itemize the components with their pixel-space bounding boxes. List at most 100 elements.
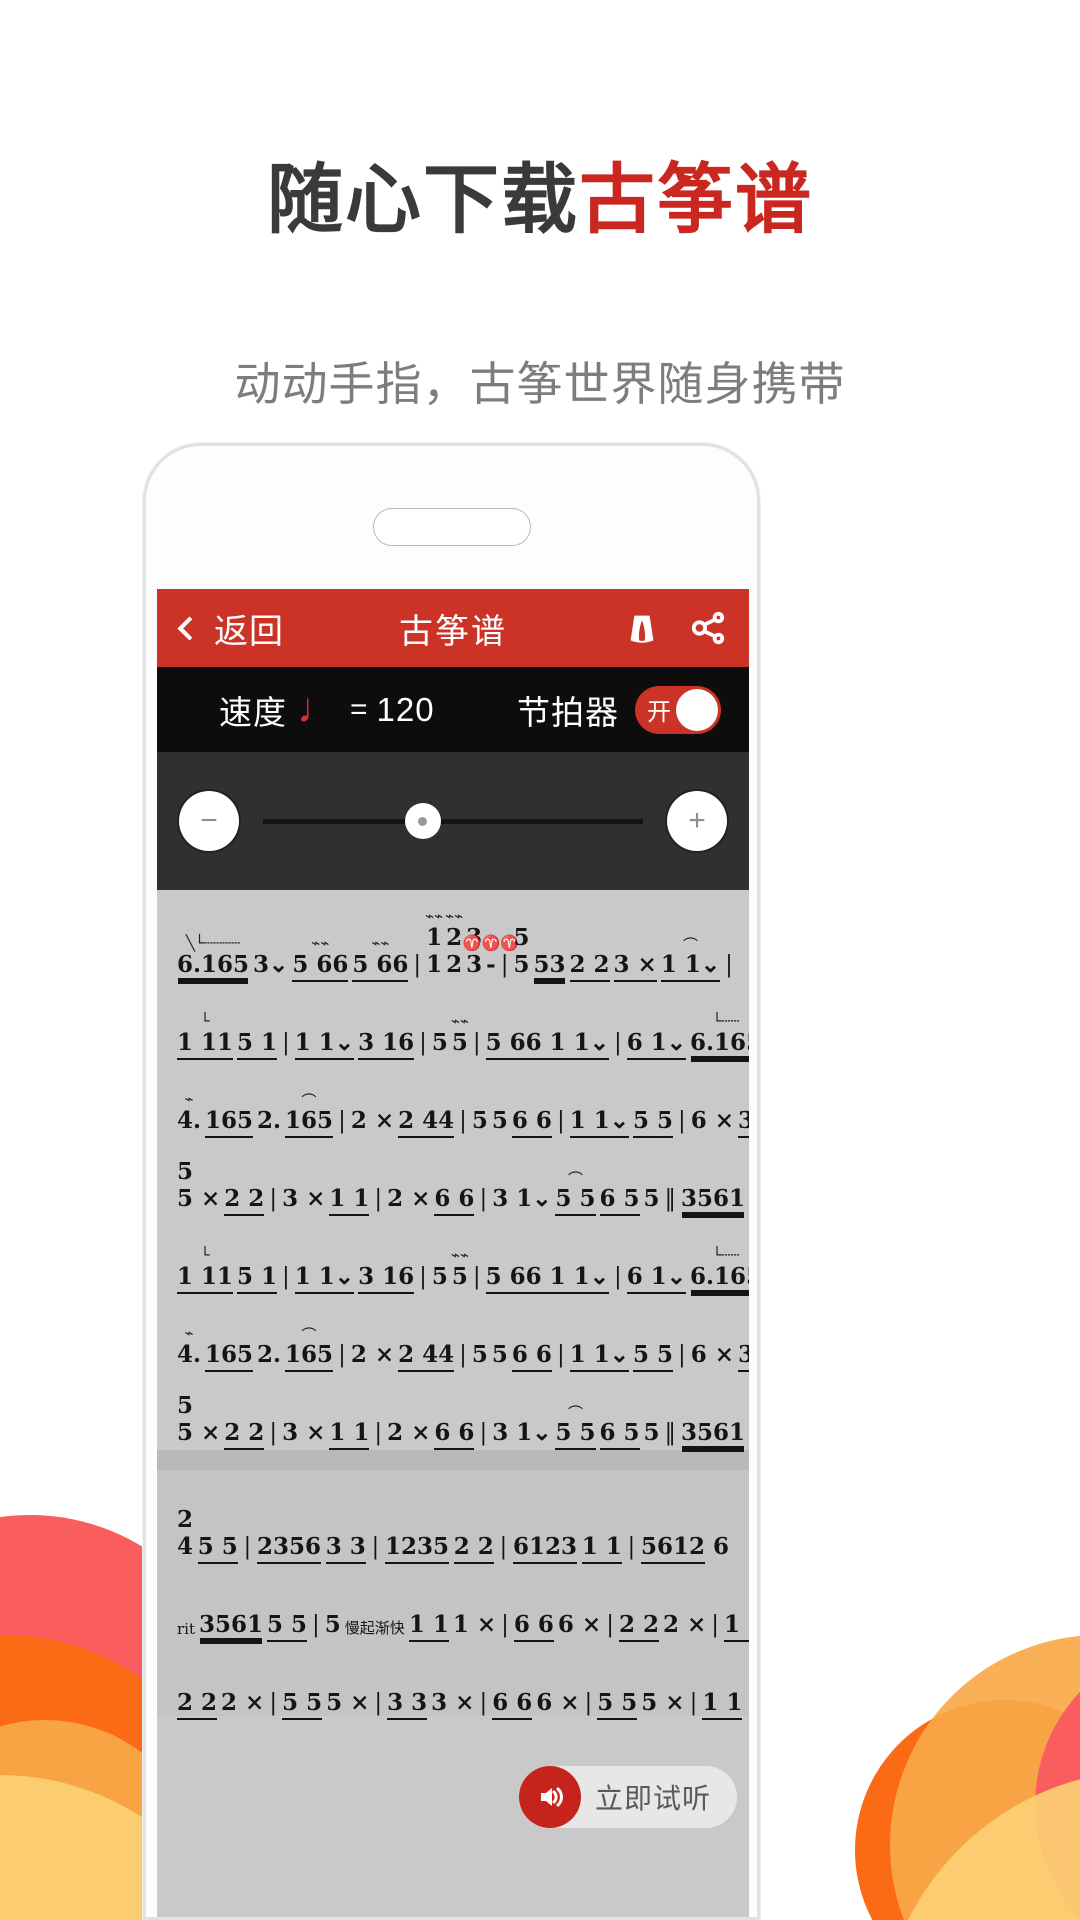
note-cell: 55 ×: [177, 1392, 221, 1446]
note-cell: 6 5: [598, 1185, 642, 1216]
ornament-mark: ⌁⌁: [311, 934, 330, 952]
note-cell: ⌁⌁ 1 1: [425, 907, 444, 978]
ornament-mark: ⌁: [184, 1090, 194, 1108]
note-cell: 5 5: [265, 1611, 309, 1642]
listen-now-label: 立即试听: [594, 1783, 711, 1814]
note-cell: 3 1⌄: [492, 1419, 552, 1446]
note-cell: 3 1⌄: [492, 1185, 552, 1212]
note-cell: 5: [491, 1107, 508, 1134]
bar-line: |: [678, 1342, 686, 1368]
note-cell: 2 2: [452, 1533, 496, 1564]
bar-line: |: [725, 952, 733, 978]
bar-line: ‖: [664, 1186, 677, 1212]
annotation-label: 慢起渐快: [344, 1619, 405, 1637]
note-cell: └ 1 11: [175, 1246, 235, 1294]
blob-orange-right: [855, 1700, 1080, 1920]
headline-red-part: 古筝谱: [579, 158, 813, 243]
metronome-toggle[interactable]: 开: [635, 685, 721, 734]
bar-line: |: [459, 1342, 467, 1368]
note-cell: 6 ×: [536, 1689, 580, 1716]
staff-row: 2 2 2 × | 5 5 5 × | 3 3 3 × | 6 6 6 × | …: [175, 1642, 749, 1720]
note-cell: 1 1: [407, 1611, 451, 1642]
note-cell: ⌒ 5 5: [553, 1404, 597, 1450]
note-cell: 55 ×: [177, 1158, 221, 1212]
staff-row: └ 1 11 5 1 | 1 1⌄ 3 16 | 5 ⌁⌁ 5 | 5 66 1 1…: [175, 982, 749, 1060]
note-cell: 1 1: [327, 1419, 371, 1450]
note-cell: ⌒ 165: [283, 1092, 335, 1138]
bar-line: |: [501, 1612, 509, 1638]
note-cell: 3561: [681, 1419, 746, 1446]
bar-line: |: [479, 1420, 488, 1446]
note-cell: ╲└┄┄┄┄ 6.165: [177, 934, 250, 978]
bar-line: |: [269, 1690, 278, 1716]
zoom-slider-track[interactable]: [263, 803, 643, 839]
ornament-mark: ⌁⌁: [425, 907, 444, 925]
staff-row: ⌁ 4. 165 2. ⌒ 165 | 2 × 2 44 | 5 5 6 6 | 1…: [175, 1294, 749, 1372]
note-cell: 6 6: [510, 1341, 554, 1372]
speed-label: 速度: [219, 693, 287, 731]
app-header: 返回 古筝谱: [157, 589, 749, 667]
note-cell: └┄┄6.165: [688, 1012, 749, 1056]
share-icon[interactable]: [689, 609, 727, 647]
bar-line: |: [419, 1030, 427, 1056]
note-cell: 5 1: [235, 1029, 279, 1060]
score-page-lower: 24 5 5 | 2356 3 3 | 1235 2 2 | 6123 1 1 …: [157, 1470, 749, 1720]
staff-row: ╲└┄┄┄┄ 6.165 3⌄ ⌁⌁ 5 66 ⌁⌁ 5 66 | ⌁⌁ 1 1 ⌁⌁ 2 2…: [175, 904, 733, 982]
bar-line: |: [269, 1420, 278, 1446]
chevron-left-icon: [177, 615, 202, 641]
headline-dark-part: 随心下载: [267, 158, 579, 243]
note-cell: 2 2: [222, 1185, 266, 1216]
note-cell: 2 ×: [662, 1611, 707, 1638]
note-cell: 2 ×: [387, 1419, 431, 1446]
note-cell: 5: [643, 1185, 660, 1212]
staff-row: ⌁ 4. 165 2. ⌒ 165 | 2 × 2 44 | 5 5 6 6 | 1…: [175, 1060, 749, 1138]
score-viewer[interactable]: ╲└┄┄┄┄ 6.165 3⌄ ⌁⌁ 5 66 ⌁⌁ 5 66 | ⌁⌁ 1 1 ⌁⌁ 2 2…: [157, 890, 749, 1917]
listen-now-button[interactable]: 立即试听: [518, 1766, 737, 1828]
tempo-display[interactable]: 速度 ♩ = 120: [219, 686, 435, 734]
note-cell: 2 ×: [221, 1689, 265, 1716]
note-cell: ⌒ 165: [283, 1326, 335, 1372]
back-button-label: 返回: [214, 612, 284, 651]
note-cell: 1235: [383, 1533, 451, 1564]
score-page-upper: ╲└┄┄┄┄ 6.165 3⌄ ⌁⌁ 5 66 ⌁⌁ 5 66 | ⌁⌁ 1 1 ⌁⌁ 2 2…: [157, 890, 749, 1450]
note-cell: 1 1: [700, 1689, 744, 1720]
note-cell: 53: [533, 951, 566, 978]
back-button[interactable]: 返回: [177, 604, 284, 653]
bar-line: |: [419, 1264, 427, 1290]
note-cell: └ 1 11: [175, 1012, 235, 1060]
note-cell: ⌁ 4.: [177, 1324, 202, 1368]
note-cell: 5: [491, 1341, 508, 1368]
staff-row: 55 × 2 2 | 3 × 1 1 | 2 × 6 6 | 3 1⌄ ⌒ 5 5…: [175, 1138, 745, 1216]
quarter-note-icon: ♩: [297, 683, 340, 731]
ornament-mark: ⌒: [301, 1092, 317, 1110]
time-signature: 24: [177, 1506, 194, 1560]
bar-line: |: [282, 1030, 290, 1056]
note-cell: 6123: [511, 1533, 579, 1564]
increase-button[interactable]: +: [667, 791, 727, 851]
note-cell: 2 44: [396, 1107, 456, 1138]
bar-line: |: [479, 1690, 488, 1716]
ornament-mark: ╲└┄┄┄┄: [185, 934, 241, 952]
note-cell: 3 3: [324, 1533, 368, 1564]
zoom-slider-thumb[interactable]: [404, 803, 441, 839]
bar-line: |: [374, 1186, 383, 1212]
guzheng-icon[interactable]: [623, 609, 661, 647]
staff-row: 55 × 2 2 | 3 × 1 1 | 2 × 6 6 | 3 1⌄ ⌒ 5 5…: [175, 1372, 745, 1450]
bar-line: |: [413, 952, 422, 978]
decrease-button[interactable]: −: [179, 791, 239, 851]
ornament-mark: ⌁⌁: [450, 1246, 469, 1264]
note-cell: 165: [203, 1107, 255, 1138]
ornament-mark: └: [200, 1012, 210, 1030]
note-cell: 55: [513, 924, 530, 978]
promo-subheadline: 动动手指，古筝世界随身携带: [234, 358, 846, 410]
metronome-label: 节拍器: [517, 693, 619, 731]
note-cell: 2 ×: [350, 1341, 395, 1368]
note-cell: 3 ×: [282, 1419, 326, 1446]
promo-screenshot: 随心下载古筝谱 动动手指，古筝世界随身携带 返回 古筝谱 速度 ♩ = 120 …: [0, 0, 1080, 1920]
note-cell: 2356: [255, 1533, 323, 1564]
note-cell: 1 1: [580, 1533, 624, 1564]
note-cell: 2 2: [175, 1689, 219, 1720]
note-cell: 6 5: [598, 1419, 642, 1450]
bar-line: ‖: [664, 1420, 677, 1446]
note-cell: 5: [471, 1341, 488, 1368]
